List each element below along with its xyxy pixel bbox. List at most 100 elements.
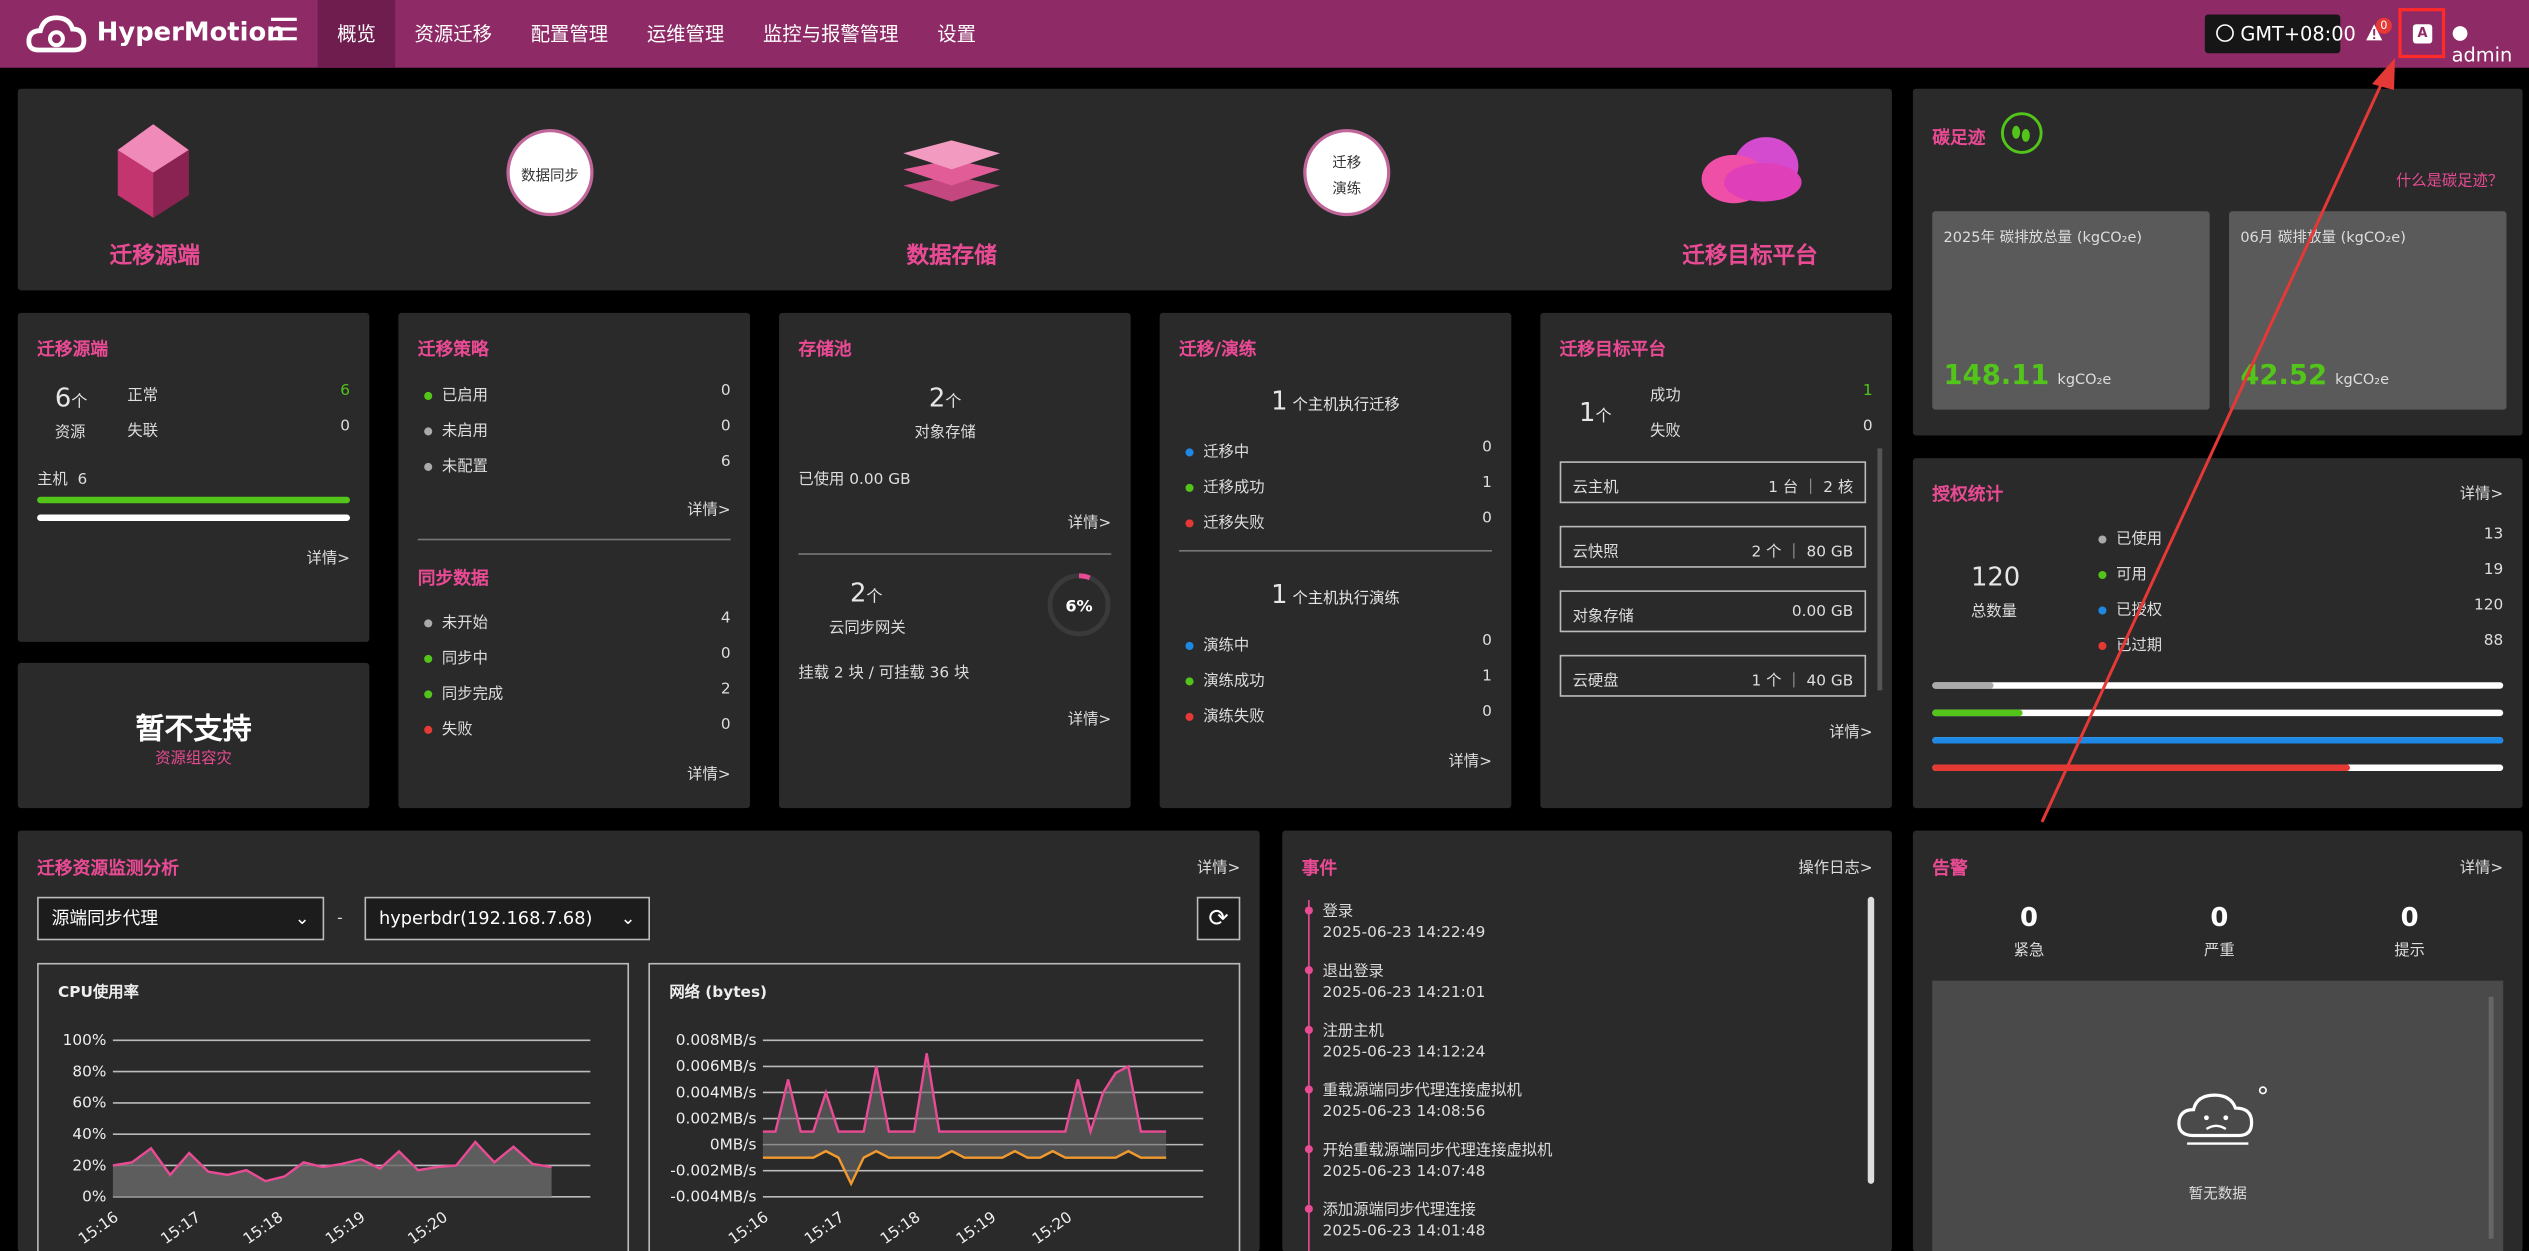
alarm-scrollbar[interactable] [2488,996,2494,1239]
events-scrollbar[interactable] [1867,896,1875,1184]
source-host: 主机 6 [37,466,87,489]
license-item: 可用 [2098,561,2147,584]
nav-item-1[interactable]: 资源迁移 [395,0,511,68]
target-resource-box[interactable]: 云快照 2 个 ｜ 80 GB [1559,525,1867,568]
target-resource-value: 2 个 ｜ 80 GB [1751,543,1854,562]
timezone-label: GMT+08:00 [2240,22,2356,46]
translate-icon[interactable]: A [2412,24,2433,44]
sync-title: 同步数据 [417,567,489,589]
sync-item-label: 失败 [441,720,473,739]
storage-type: 对象存储 [914,424,976,442]
target-resource-value: 1 个 ｜ 40 GB [1751,672,1854,691]
license-total-label: 总数量 [1970,603,2017,621]
timeline-dot-icon [1304,966,1313,975]
strategy-item-value: 0 [720,382,731,400]
events-panel: 事件 操作日志> 登录 2025-06-23 14:22:49 退出登录 2025-0… [1282,830,1892,1251]
target-resource-box[interactable]: 云硬盘 1 个 ｜ 40 GB [1559,654,1867,697]
carbon-month-unit: kgCO₂e [2335,372,2390,389]
target-resource-label: 对象存储 [1572,608,1634,626]
nav-item-2[interactable]: 配置管理 [511,0,627,68]
timeline-dot-icon [1304,1085,1313,1094]
nav-item-4[interactable]: 监控与报警管理 [744,0,918,68]
agent-host-select[interactable]: hyperbdr(192.168.7.68) ⌄ [364,896,650,941]
y-tick-label: 40% [72,1125,106,1143]
target-resource-label: 云快照 [1572,543,1619,562]
user-menu[interactable]: ● admin [2452,21,2529,66]
strategy-item-label: 已启用 [441,387,488,405]
flow-step-drill-label-2: 演练 [1332,182,1362,199]
sync-item-label: 未开始 [441,614,488,633]
migrate-item-value: 0 [1482,438,1492,457]
menu-toggle-icon[interactable] [270,17,297,41]
strategy-detail-link[interactable]: 详情> [687,497,730,520]
alarm-detail-link[interactable]: 详情> [2460,855,2503,878]
alarm-empty-area: 暂无数据 [1932,980,2504,1251]
chevron-down-icon: ⌄ [620,908,636,930]
target-resource-box[interactable]: 云主机 1 台 ｜ 2 核 [1559,461,1867,504]
license-detail-link[interactable]: 详情> [2460,481,2503,503]
license-item: 已授权 [2098,597,2163,620]
flow-step-sync-label: 数据同步 [520,169,580,186]
sync-item: 失败 [424,716,473,739]
sync-item-value: 4 [720,609,731,628]
target-scrollbar[interactable] [1877,448,1883,691]
x-tick-label: 15:19 [953,1208,999,1248]
flow-target-label: 迁移目标平台 [1682,243,1818,270]
clock-icon [2216,24,2234,42]
status-dot-icon [2098,535,2107,544]
x-tick-label: 15:17 [801,1208,847,1248]
status-dot-icon [2098,606,2107,615]
license-item-label: 可用 [2116,566,2147,584]
nav-item-3[interactable]: 运维管理 [627,0,743,68]
nav-item-0[interactable]: 概览 [317,0,396,68]
strategy-item: 已启用 [424,382,488,405]
drill-count-value: 1 [1271,579,1288,610]
strategy-item-value: 0 [720,417,731,436]
agent-host-value: hyperbdr(192.168.7.68) [379,908,593,930]
license-item-label: 已授权 [2116,601,2163,620]
source-server-icon [117,124,189,218]
carbon-title: 碳足迹 [1932,127,1986,149]
timezone-button[interactable]: GMT+08:00 [2204,14,2356,54]
sync-item: 同步完成 [424,681,503,703]
operation-log-link[interactable]: 操作日志> [1798,855,1872,878]
event-name: 添加源端同步代理连接 [1322,1201,1476,1220]
x-tick-label: 15:20 [404,1208,450,1248]
monitor-panel: 迁移资源监测分析 详情> 源端同步代理 ⌄ - hyperbdr(192.168.… [17,830,1260,1251]
sync-item-value: 0 [720,645,731,663]
monitor-detail-link[interactable]: 详情> [1197,855,1240,878]
migrate-item-label: 迁移中 [1203,443,1250,462]
migrate-detail-link[interactable]: 详情> [1448,748,1491,771]
gateway-detail-link[interactable]: 详情> [1068,706,1111,729]
unsupported-title: 暂不支持 [135,712,252,747]
events-title: 事件 [1301,858,1338,880]
target-count-value: 1 [1579,396,1596,428]
refresh-icon[interactable]: ⟳ [1196,896,1241,941]
agent-type-select[interactable]: 源端同步代理 ⌄ [37,896,325,941]
drill-item-value: 0 [1482,703,1492,721]
source-host-count: 6 [77,470,88,489]
nav-item-5[interactable]: 设置 [918,0,995,68]
chevron-down-icon: ⌄ [294,908,310,930]
license-item-value: 88 [2483,632,2504,650]
main-nav: 概览 资源迁移 配置管理 运维管理 监控与报警管理 设置 [317,0,996,68]
mount-info: 挂载 2 块 / 可挂载 36 块 [798,664,970,683]
license-item-value: 120 [2473,596,2504,615]
event-time: 2025-06-23 14:22:49 [1322,924,1486,942]
y-tick-label: 0.004MB/s [676,1083,757,1101]
event-name: 退出登录 [1322,962,1384,981]
license-bar-fill [1932,709,2023,717]
flow-storage-label: 数据存储 [906,243,997,270]
sync-detail-link[interactable]: 详情> [687,761,730,784]
y-tick-label: -0.002MB/s [670,1162,756,1180]
storage-detail-link[interactable]: 详情> [1068,510,1111,533]
carbon-help-link[interactable]: 什么是碳足迹？ [2396,168,2503,191]
license-bar [1932,682,2504,689]
target-detail-link[interactable]: 详情> [1829,719,1872,742]
event-time: 2025-06-23 14:12:24 [1322,1043,1486,1062]
event-name: 重载源端同步代理连接虚拟机 [1322,1082,1522,1100]
source-detail-link[interactable]: 详情> [307,545,350,568]
target-resource-box[interactable]: 对象存储 0.00 GB [1559,590,1867,633]
unsupported-card: 暂不支持 资源组容灾 [17,662,370,809]
migrate-title: 迁移/演练 [1179,338,1257,360]
